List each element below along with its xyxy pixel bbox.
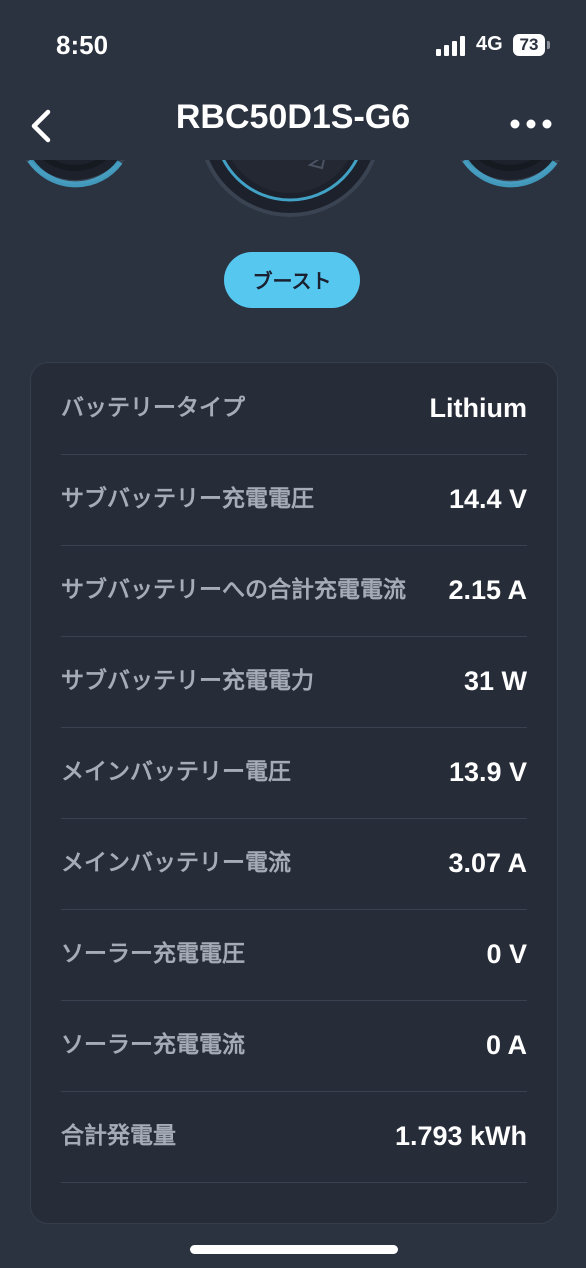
page-title: RBC50D1S-G6 (175, 98, 411, 136)
detail-row-sub-battery-voltage: サブバッテリー充電電圧 14.4 V (61, 454, 527, 546)
detail-label: サブバッテリーへの合計充電電流 (61, 576, 406, 603)
detail-label: サブバッテリー充電電力 (61, 667, 314, 694)
home-indicator[interactable] (190, 1245, 398, 1254)
left-gauge (25, 160, 125, 188)
status-time: 8:50 (56, 30, 109, 60)
detail-value: 0 A (485, 1030, 527, 1060)
detail-row-solar-voltage: ソーラー充電電圧 0 V (61, 909, 527, 1001)
detail-value: 0 V (486, 939, 527, 969)
detail-value: 31 W (463, 666, 527, 696)
detail-label: メインバッテリー電流 (61, 849, 291, 876)
right-gauge (460, 160, 560, 188)
detail-label: サブバッテリー充電電圧 (61, 485, 314, 512)
detail-value: 2.15 A (448, 575, 527, 605)
detail-row-battery-type: バッテリータイプ Lithium (61, 363, 527, 455)
detail-value: 13.9 V (448, 757, 527, 787)
detail-row-solar-current: ソーラー充電電流 0 A (61, 1000, 527, 1092)
boost-mode-button[interactable]: ブースト (224, 252, 360, 308)
more-button[interactable] (506, 104, 556, 144)
battery-icon: 73 (513, 34, 545, 56)
detail-label: バッテリータイプ (61, 394, 245, 421)
status-bar: 8:50 4G 73 (0, 0, 586, 90)
detail-value: Lithium (429, 393, 527, 423)
gauge-area (0, 160, 586, 230)
detail-label: ソーラー充電電流 (61, 1031, 245, 1058)
cellular-signal-icon (436, 34, 468, 56)
detail-value: 1.793 kWh (394, 1121, 527, 1151)
gauge-graphic (25, 160, 560, 217)
detail-row-main-battery-current: メインバッテリー電流 3.07 A (61, 818, 527, 910)
detail-row-sub-battery-power: サブバッテリー充電電力 31 W (61, 636, 527, 728)
battery-tip-icon (547, 41, 550, 49)
details-card: バッテリータイプ Lithium サブバッテリー充電電圧 14.4 V サブバッ… (30, 362, 558, 1224)
detail-row-main-battery-voltage: メインバッテリー電圧 13.9 V (61, 727, 527, 819)
navigation-bar: RBC50D1S-G6 (0, 90, 586, 160)
detail-row-total-generation: 合計発電量 1.793 kWh (61, 1091, 527, 1183)
detail-label: 合計発電量 (61, 1122, 176, 1149)
detail-label: メインバッテリー電圧 (61, 758, 291, 785)
network-type: 4G (476, 33, 503, 55)
detail-value: 14.4 V (448, 484, 527, 514)
center-gauge (204, 160, 376, 217)
more-horizontal-icon (510, 119, 552, 129)
detail-label: ソーラー充電電圧 (61, 940, 245, 967)
detail-row-sub-battery-current: サブバッテリーへの合計充電電流 2.15 A (61, 545, 527, 637)
detail-value: 3.07 A (448, 848, 527, 878)
